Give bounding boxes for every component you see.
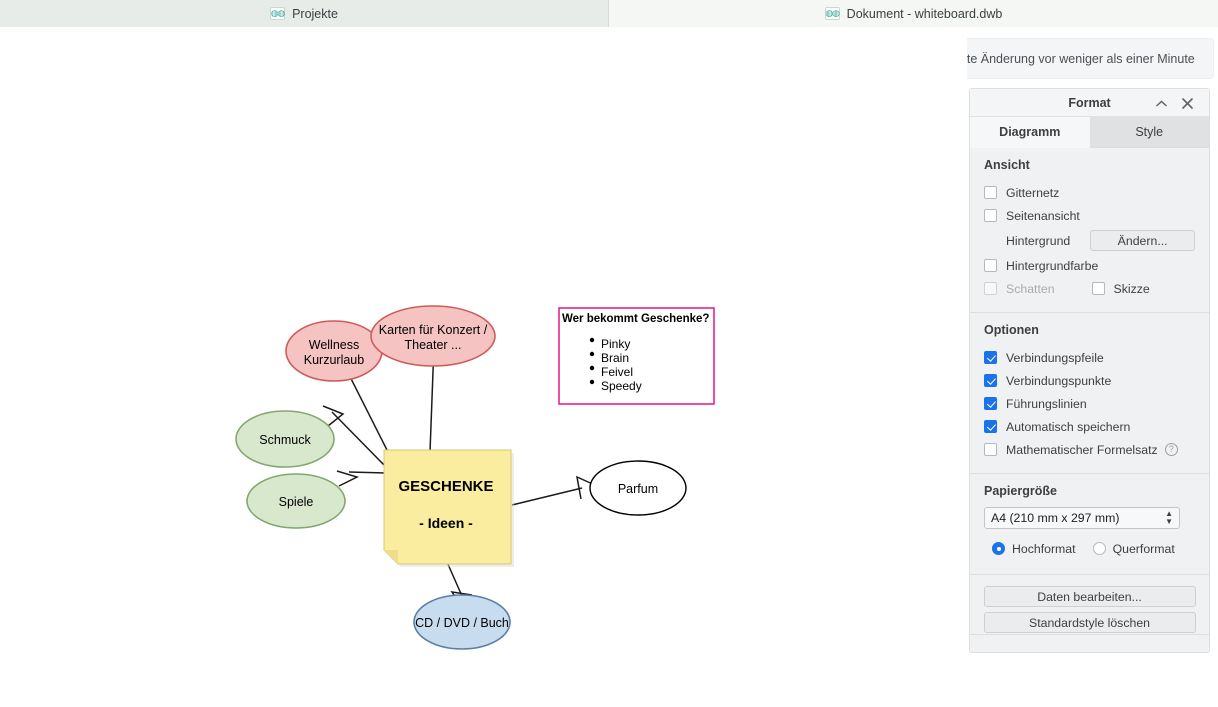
tab-diagramm-label: Diagramm — [999, 125, 1060, 139]
row-fuehrungslinien[interactable]: Führungslinien — [984, 392, 1195, 415]
checkbox-fuehrungslinien[interactable] — [984, 397, 997, 410]
row-verbindungspfeile[interactable]: Verbindungspfeile — [984, 346, 1195, 369]
papiergroesse-title: Papiergröße — [984, 484, 1195, 498]
format-panel-tabs: Diagramm Style — [970, 117, 1209, 148]
node-cd-dvd-buch-label: CD / DVD / Buch — [415, 616, 509, 630]
last-change-toast: Letzte Änderung vor weniger als einer Mi… — [924, 38, 1214, 79]
radio-hochformat[interactable] — [992, 542, 1005, 555]
node-wellness[interactable]: Wellness Kurzurlaub — [286, 321, 382, 381]
row-schatten-skizze: Schatten Skizze — [984, 277, 1195, 300]
node-wellness-line1: Wellness — [309, 338, 359, 352]
app-icon: ◍◍ — [270, 7, 285, 20]
format-panel: Format Diagramm Style Ansicht Gitternetz… — [969, 88, 1210, 653]
label-verbindungspunkte: Verbindungspunkte — [1006, 374, 1111, 388]
ansicht-section: Ansicht Gitternetz Seitenansicht Hinterg… — [970, 148, 1209, 304]
label-hintergrundfarbe: Hintergrundfarbe — [1006, 259, 1098, 273]
optionen-title: Optionen — [984, 323, 1195, 337]
node-parfum[interactable]: Parfum — [590, 461, 686, 515]
node-karten[interactable]: Karten für Konzert / Theater ... — [371, 306, 495, 366]
checkbox-gitternetz[interactable] — [984, 186, 997, 199]
textbox-wer-bekommt-geschenke[interactable]: Wer bekommt Geschenke? Pinky Brain Feive… — [559, 308, 714, 404]
label-verbindungspfeile: Verbindungspfeile — [1006, 351, 1104, 365]
stepper-arrows-icon: ▲▼ — [1165, 510, 1173, 526]
node-cd-dvd-buch[interactable]: CD / DVD / Buch — [414, 595, 510, 649]
tab-projekte-label: Projekte — [292, 7, 338, 21]
label-automatisch-speichern: Automatisch speichern — [1006, 420, 1130, 434]
optionen-section: Optionen Verbindungspfeile Verbindungspu… — [970, 313, 1209, 465]
radio-querformat[interactable] — [1093, 542, 1106, 555]
bullet-dot — [590, 352, 594, 356]
aendern-button[interactable]: Ändern... — [1090, 230, 1195, 251]
node-karten-line2: Theater ... — [405, 338, 462, 352]
node-spiele-label: Spiele — [279, 495, 314, 509]
tab-projekte[interactable]: ◍◍ Projekte — [0, 0, 609, 27]
bullet-dot — [590, 338, 594, 342]
daten-bearbeiten-button[interactable]: Daten bearbeiten... — [984, 586, 1196, 607]
checkbox-hintergrundfarbe[interactable] — [984, 259, 997, 272]
node-spiele[interactable]: Spiele — [247, 474, 345, 528]
checkbox-verbindungspfeile[interactable] — [984, 351, 997, 364]
panel-actions: Daten bearbeiten... Standardstyle lösche… — [970, 575, 1209, 633]
checkbox-mathematischer-formelsatz[interactable] — [984, 443, 997, 456]
label-querformat: Querformat — [1113, 542, 1175, 556]
label-hintergrund: Hintergrund — [1006, 234, 1070, 248]
close-icon[interactable] — [1179, 95, 1195, 111]
mindmap-diagram: Wellness Kurzurlaub Karten für Konzert /… — [0, 27, 967, 703]
row-seitenansicht[interactable]: Seitenansicht — [984, 204, 1195, 227]
textbox-item-2: Feivel — [601, 365, 633, 379]
chevron-up-icon[interactable] — [1153, 95, 1169, 111]
tab-dokument-label: Dokument - whiteboard.dwb — [847, 7, 1003, 21]
row-orientation: Hochformat Querformat — [992, 537, 1195, 560]
checkbox-schatten — [984, 282, 997, 295]
papiergroesse-section: Papiergröße A4 (210 mm x 297 mm) ▲▼ Hoch… — [970, 474, 1209, 564]
ansicht-title: Ansicht — [984, 158, 1195, 172]
tab-bar: ◍◍ Projekte ◍◍ Dokument - whiteboard.dwb — [0, 0, 1218, 27]
row-hintergrundfarbe[interactable]: Hintergrundfarbe — [984, 254, 1195, 277]
paper-size-select[interactable]: A4 (210 mm x 297 mm) ▲▼ — [984, 507, 1180, 529]
bullet-dot — [590, 380, 594, 384]
row-automatisch-speichern[interactable]: Automatisch speichern — [984, 415, 1195, 438]
row-hintergrund: Hintergrund Ändern... — [984, 227, 1195, 254]
label-fuehrungslinien: Führungslinien — [1006, 397, 1087, 411]
center-node-subtitle: - Ideen - — [419, 515, 473, 531]
help-icon[interactable]: ? — [1165, 443, 1178, 456]
label-hochformat: Hochformat — [1012, 542, 1076, 556]
textbox-title: Wer bekommt Geschenke? — [562, 313, 709, 325]
tab-style[interactable]: Style — [1090, 117, 1210, 148]
row-gitternetz[interactable]: Gitternetz — [984, 181, 1195, 204]
row-mathematischer-formelsatz[interactable]: Mathematischer Formelsatz ? — [984, 438, 1195, 461]
center-node-title: GESCHENKE — [398, 478, 493, 495]
label-mathematischer-formelsatz: Mathematischer Formelsatz — [1006, 443, 1158, 457]
paper-size-value: A4 (210 mm x 297 mm) — [991, 511, 1119, 525]
checkbox-automatisch-speichern[interactable] — [984, 420, 997, 433]
node-karten-line1: Karten für Konzert / — [379, 323, 488, 337]
checkbox-verbindungspunkte[interactable] — [984, 374, 997, 387]
format-panel-header: Format — [970, 89, 1209, 117]
checkbox-skizze[interactable] — [1092, 282, 1105, 295]
app-icon: ◍◍ — [825, 7, 840, 20]
node-wellness-line2: Kurzurlaub — [304, 353, 364, 367]
tab-dokument[interactable]: ◍◍ Dokument - whiteboard.dwb — [609, 0, 1218, 27]
tab-diagramm[interactable]: Diagramm — [970, 117, 1090, 148]
textbox-item-1: Brain — [601, 351, 629, 365]
label-skizze: Skizze — [1114, 282, 1150, 296]
format-panel-title: Format — [1068, 96, 1110, 110]
last-change-text: Letzte Änderung vor weniger als einer Mi… — [943, 52, 1195, 66]
row-verbindungspunkte[interactable]: Verbindungspunkte — [984, 369, 1195, 392]
tab-style-label: Style — [1135, 125, 1163, 139]
node-geschenke-center[interactable]: GESCHENKE - Ideen - — [384, 450, 514, 567]
bullet-dot — [590, 366, 594, 370]
textbox-item-0: Pinky — [601, 337, 630, 351]
node-schmuck-label: Schmuck — [259, 433, 311, 447]
node-parfum-label: Parfum — [618, 482, 658, 496]
label-schatten: Schatten — [1006, 282, 1055, 296]
panel-footer — [970, 634, 1209, 652]
textbox-item-3: Speedy — [601, 379, 642, 393]
whiteboard-canvas[interactable]: Wellness Kurzurlaub Karten für Konzert /… — [0, 27, 967, 703]
node-schmuck[interactable]: Schmuck — [236, 411, 334, 467]
label-seitenansicht: Seitenansicht — [1006, 209, 1080, 223]
label-gitternetz: Gitternetz — [1006, 186, 1059, 200]
standardstyle-loeschen-button[interactable]: Standardstyle löschen — [984, 612, 1196, 633]
checkbox-seitenansicht[interactable] — [984, 209, 997, 222]
